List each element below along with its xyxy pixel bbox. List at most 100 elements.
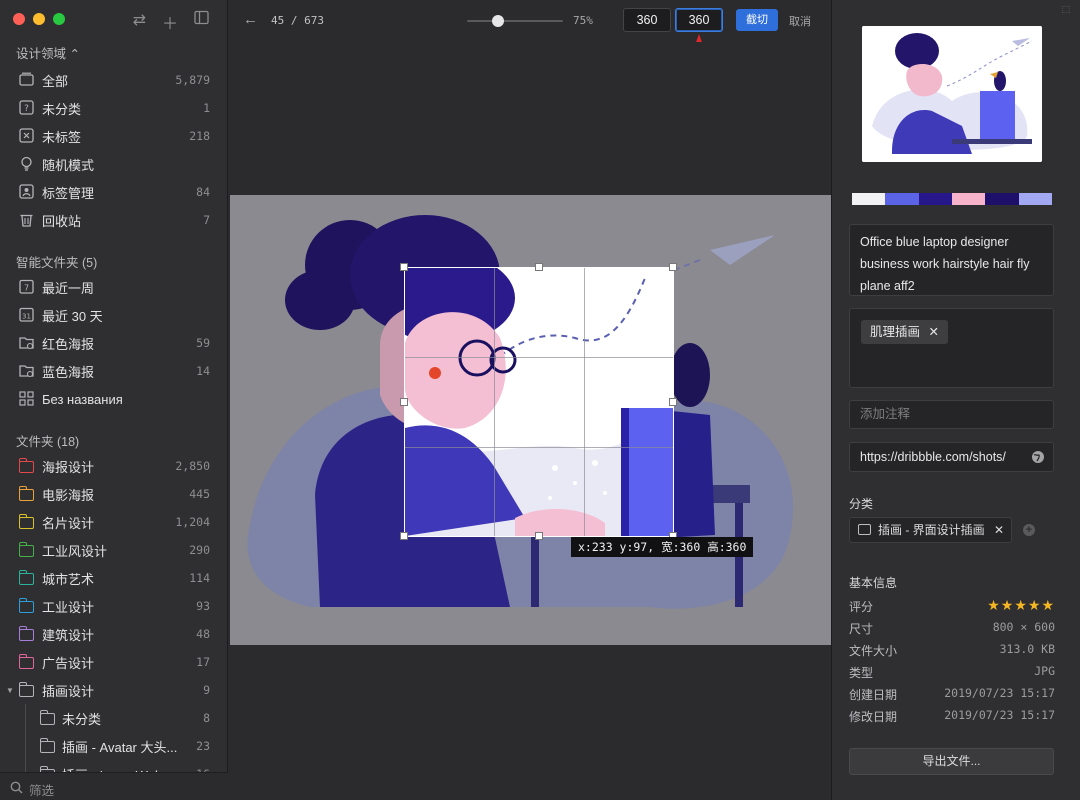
folder-item[interactable]: 广告设计 17 bbox=[0, 648, 228, 676]
zoom-window-button[interactable] bbox=[53, 13, 65, 25]
smart-folder-item[interactable]: 7 最近一周 bbox=[0, 273, 228, 301]
zoom-slider-knob[interactable] bbox=[492, 15, 504, 27]
sidebar-item-label: 未分类 bbox=[62, 711, 102, 727]
folder-item[interactable]: 建筑设计 48 bbox=[0, 620, 228, 648]
palette-swatch[interactable] bbox=[852, 193, 886, 205]
cancel-button[interactable]: 取消 bbox=[789, 13, 811, 29]
info-key: 类型 bbox=[849, 666, 874, 680]
crop-region-image bbox=[405, 268, 673, 536]
crop-handle-top[interactable] bbox=[535, 263, 543, 271]
sidebar: ⇄ ＋ 设计领域 ⌃ 全部 5,879 ? 未分类 1 未标签 218 随机模式 标签管理 84 回… bbox=[0, 0, 228, 800]
crop-height-input[interactable]: 360 bbox=[675, 8, 723, 32]
sidebar-item-count: 14 bbox=[196, 364, 210, 378]
folder-icon bbox=[39, 710, 55, 725]
back-arrow-icon[interactable]: ← bbox=[243, 11, 258, 28]
sidebar-item-label: Без названия bbox=[42, 391, 123, 407]
folder-item[interactable]: 城市艺术 114 bbox=[0, 564, 228, 592]
add-icon[interactable]: ＋ bbox=[162, 10, 178, 34]
folder-item[interactable]: 电影海报 445 bbox=[0, 480, 228, 508]
crop-handle-top-right[interactable] bbox=[669, 263, 677, 271]
crop-handle-top-left[interactable] bbox=[400, 263, 408, 271]
sidebar-item-count: 2,850 bbox=[175, 459, 210, 473]
info-row: 文件大小 313.0 KB bbox=[849, 642, 1055, 664]
trash-icon bbox=[19, 212, 34, 227]
palette-swatch[interactable] bbox=[951, 193, 986, 205]
library-item[interactable]: 标签管理 84 bbox=[0, 178, 228, 206]
remove-tag-icon[interactable]: ✕ bbox=[929, 325, 939, 339]
palette-swatch[interactable] bbox=[885, 193, 919, 205]
folder-icon bbox=[18, 626, 34, 641]
folder-icon bbox=[18, 598, 34, 613]
crop-width-input[interactable]: 360 bbox=[623, 8, 671, 32]
smart-folder-icon bbox=[19, 335, 34, 350]
domain-switcher[interactable]: 设计领域 ⌃ bbox=[16, 43, 80, 62]
export-button[interactable]: 导出文件... bbox=[849, 748, 1054, 775]
sidebar-item-count: 445 bbox=[189, 487, 210, 501]
library-item[interactable]: ? 未分类 1 bbox=[0, 94, 228, 122]
inspector-panel: ⬚ Office blue laptop designer business w… bbox=[831, 0, 1080, 800]
crop-handle-right[interactable] bbox=[669, 398, 677, 406]
category-chip[interactable]: 插画 - 界面设计插画 ✕ bbox=[849, 517, 1012, 543]
sidebar-item-label: 全部 bbox=[42, 73, 69, 89]
library-item[interactable]: 随机模式 bbox=[0, 150, 228, 178]
remove-category-icon[interactable]: ✕ bbox=[994, 518, 1004, 542]
crop-grid-line bbox=[584, 268, 585, 536]
tag-chip[interactable]: 肌理插画 ✕ bbox=[861, 320, 948, 344]
sync-icon[interactable]: ⇄ bbox=[133, 10, 146, 34]
folder-item[interactable]: 工业设计 93 bbox=[0, 592, 228, 620]
crop-info-label: x:233 y:97, 宽:360 高:360 bbox=[571, 537, 754, 557]
folder-icon bbox=[18, 486, 34, 501]
note-field[interactable]: 添加注释 bbox=[849, 400, 1054, 429]
info-key: 修改日期 bbox=[849, 710, 898, 724]
info-key: 尺寸 bbox=[849, 622, 874, 636]
crop-button[interactable]: 截切 bbox=[736, 9, 778, 31]
close-window-button[interactable] bbox=[13, 13, 25, 25]
folder-item[interactable]: 海报设计 2,850 bbox=[0, 452, 228, 480]
smart-folder-item[interactable]: 红色海报 59 bbox=[0, 329, 228, 357]
subfolder-item[interactable]: 插画 - Avatar 大头... 23 bbox=[0, 732, 228, 760]
info-value: 2019/07/23 15:17 bbox=[944, 708, 1055, 722]
folder-item[interactable]: 名片设计 1,204 bbox=[0, 508, 228, 536]
zoom-slider[interactable] bbox=[467, 15, 563, 27]
title-field[interactable]: Office blue laptop designer business wor… bbox=[849, 224, 1054, 296]
library-item[interactable]: 回收站 7 bbox=[0, 206, 228, 234]
palette-swatch[interactable] bbox=[1018, 193, 1052, 205]
crop-handle-left[interactable] bbox=[400, 398, 408, 406]
folder-item[interactable]: 工业风设计 290 bbox=[0, 536, 228, 564]
sidebar-toggle-icon[interactable] bbox=[194, 10, 209, 34]
subfolder-item[interactable]: 未分类 8 bbox=[0, 704, 228, 732]
tags-field[interactable]: 肌理插画 ✕ bbox=[849, 308, 1054, 388]
crop-handle-bottom[interactable] bbox=[535, 532, 543, 540]
minimize-window-button[interactable] bbox=[33, 13, 45, 25]
sidebar-item-label: 城市艺术 bbox=[42, 571, 95, 587]
add-category-icon[interactable]: + bbox=[1023, 524, 1035, 536]
url-field[interactable]: https://dribbble.com/shots/ bbox=[849, 442, 1054, 472]
folder-icon bbox=[18, 654, 34, 669]
palette-swatch[interactable] bbox=[918, 193, 952, 205]
sidebar-item-label: 最近 30 天 bbox=[42, 308, 103, 324]
globe-icon[interactable] bbox=[1031, 450, 1045, 464]
crop-selection[interactable] bbox=[400, 263, 677, 540]
basic-info-title: 基本信息 bbox=[849, 576, 898, 590]
library-item[interactable]: 未标签 218 bbox=[0, 122, 228, 150]
smart-folder-item[interactable]: 蓝色海报 14 bbox=[0, 357, 228, 385]
rating-stars[interactable]: ★★★★★ bbox=[987, 597, 1055, 614]
info-value: 2019/07/23 15:17 bbox=[944, 686, 1055, 700]
filter-input[interactable]: 筛选 bbox=[29, 780, 54, 799]
image-preview[interactable]: x:233 y:97, 宽:360 高:360 bbox=[230, 195, 831, 645]
color-palette[interactable] bbox=[852, 193, 1052, 205]
folder-icon bbox=[18, 514, 34, 529]
sidebar-item-label: 插画 - Avatar 大头... bbox=[62, 739, 178, 755]
smart-folder-item[interactable]: Без названия bbox=[0, 385, 228, 413]
library-item[interactable]: 全部 5,879 bbox=[0, 66, 228, 94]
crop-handle-bottom-left[interactable] bbox=[400, 532, 408, 540]
sidebar-item-count: 84 bbox=[196, 185, 210, 199]
sidebar-toolbar: ⇄ ＋ bbox=[133, 10, 209, 34]
smart-folder-item[interactable]: 31 最近 30 天 bbox=[0, 301, 228, 329]
sidebar-item-count: 5,879 bbox=[175, 73, 210, 87]
filter-bar[interactable]: 筛选 bbox=[0, 772, 228, 800]
expand-triangle-icon[interactable]: ▼ bbox=[6, 686, 14, 695]
palette-swatch[interactable] bbox=[985, 193, 1019, 205]
image-thumbnail[interactable] bbox=[862, 26, 1042, 162]
folder-item[interactable]: 插画设计 9 bbox=[0, 676, 228, 704]
